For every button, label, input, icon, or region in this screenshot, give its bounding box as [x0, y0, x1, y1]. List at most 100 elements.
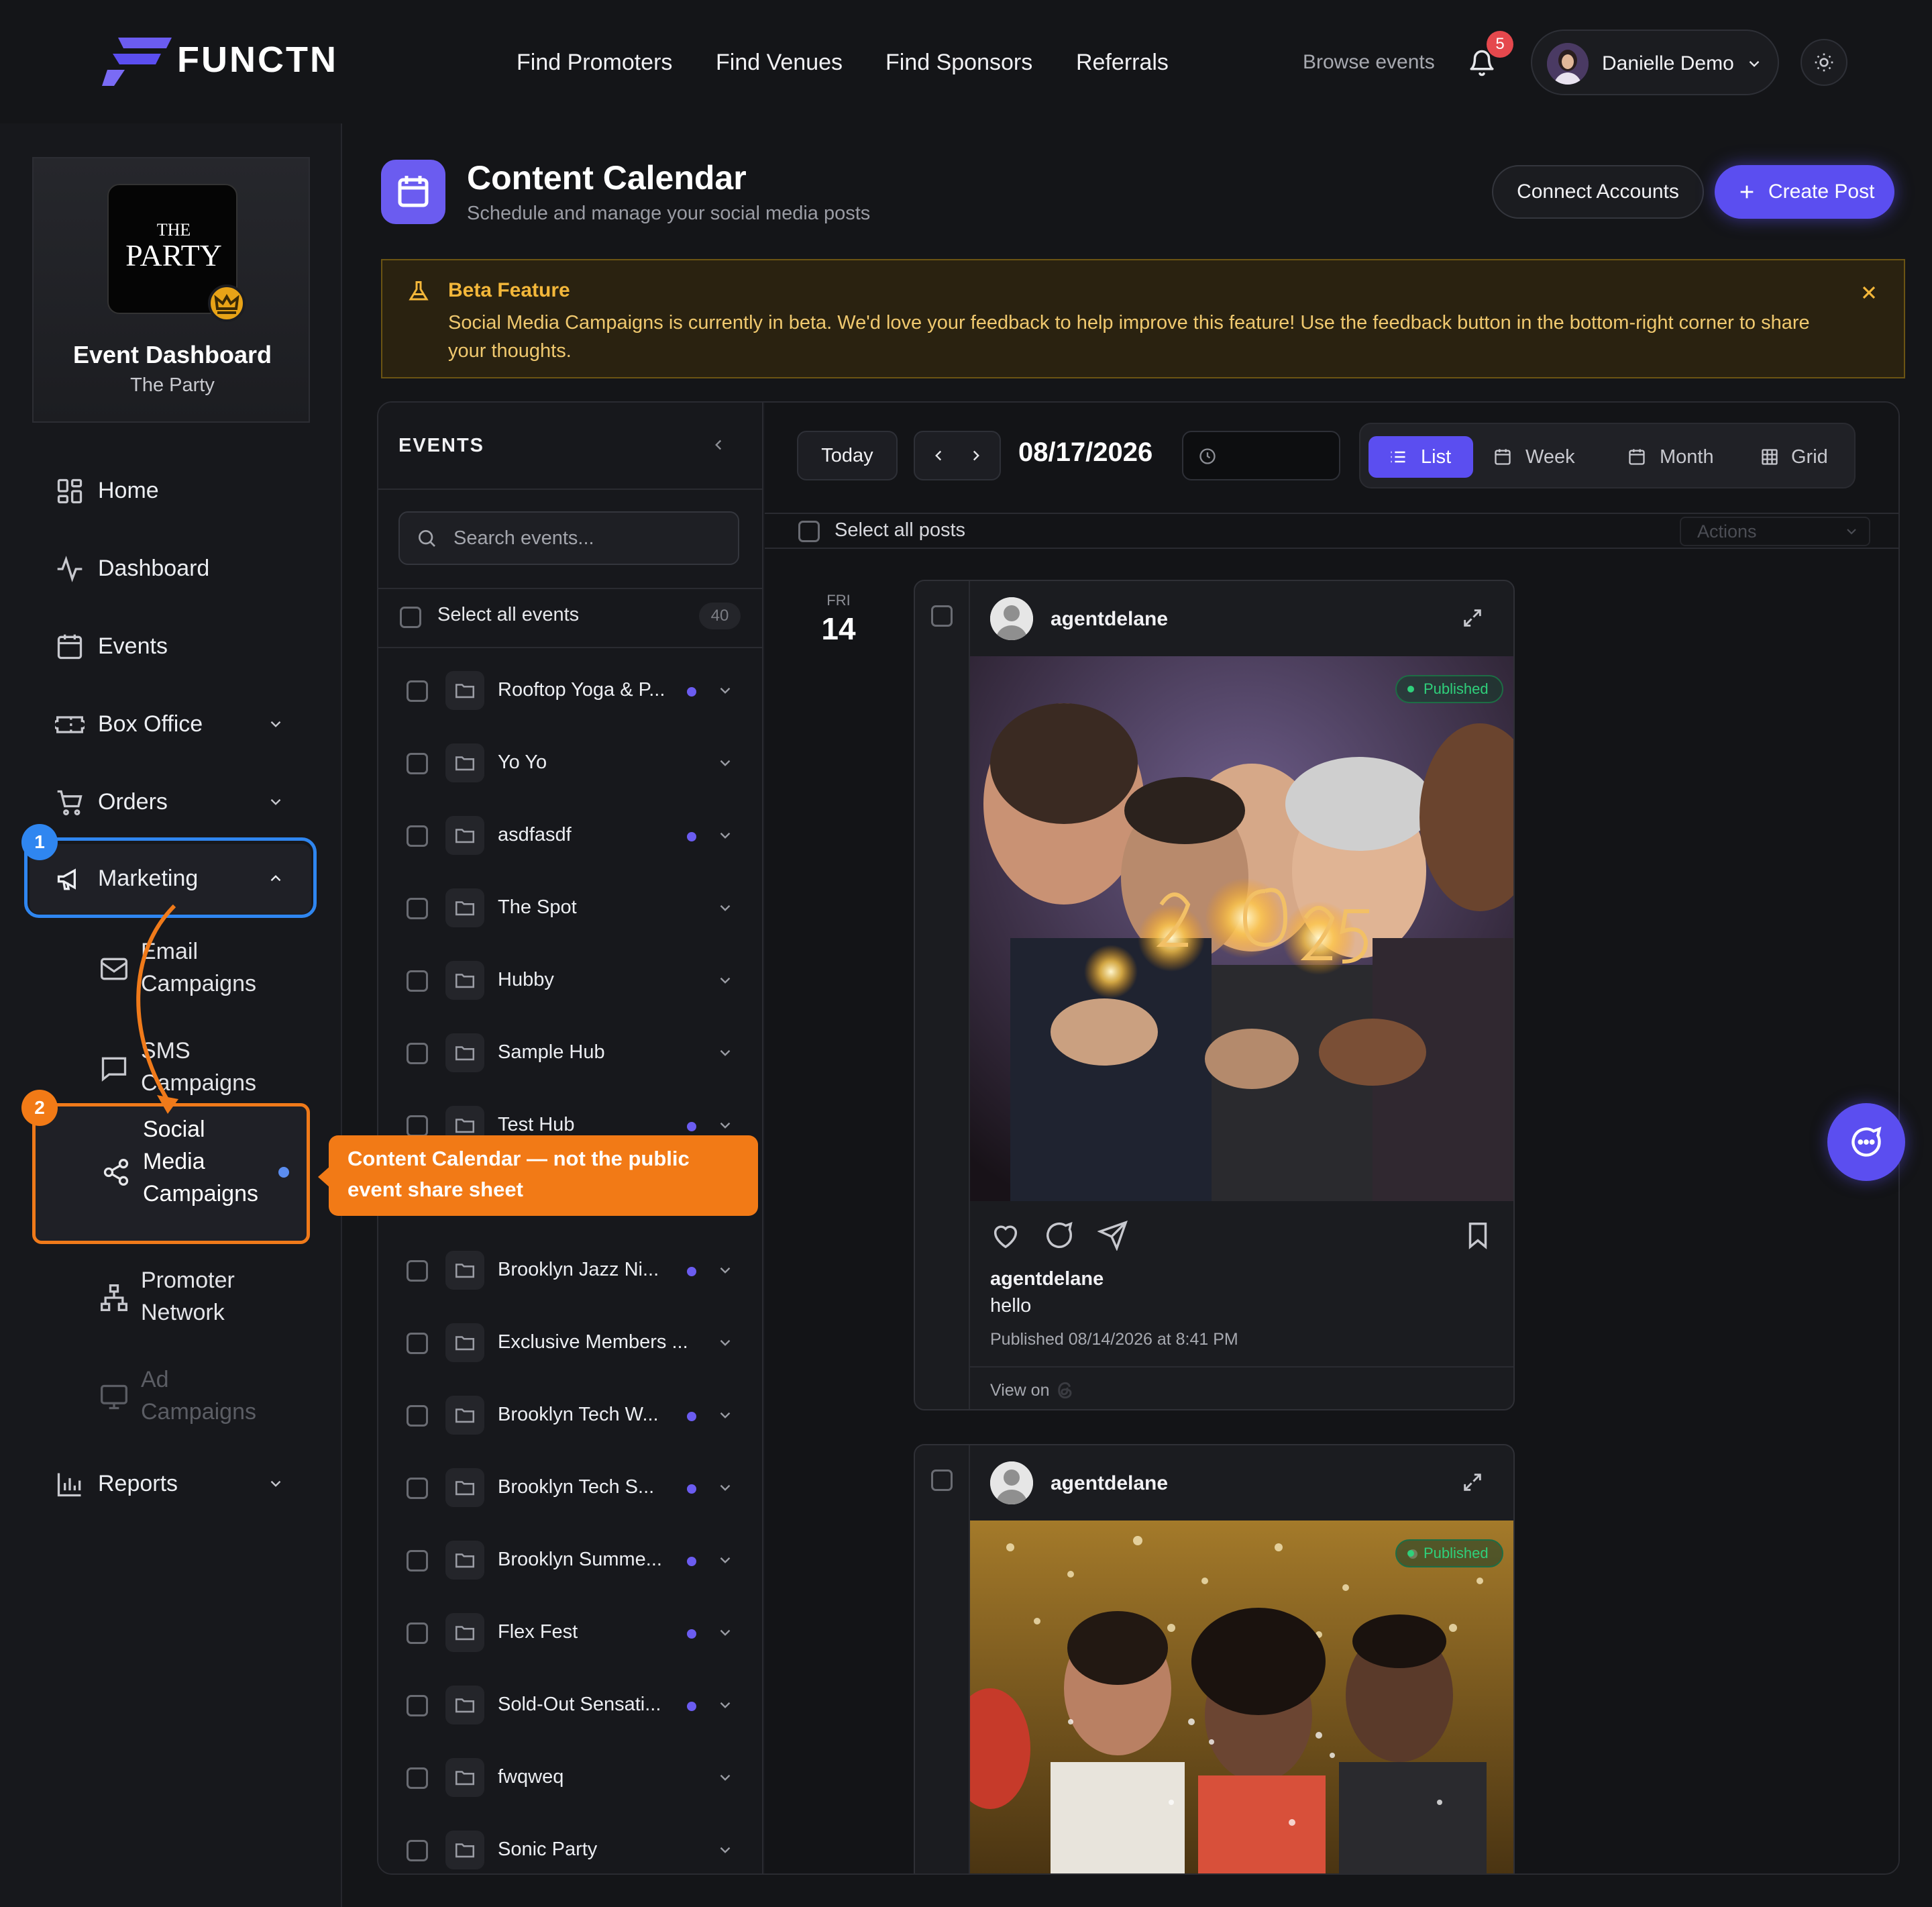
- next-date-icon[interactable]: [967, 447, 985, 464]
- theme-toggle-button[interactable]: [1801, 39, 1847, 86]
- chevron-down-icon[interactable]: [716, 1769, 734, 1786]
- time-filter-input[interactable]: [1182, 431, 1340, 480]
- browse-events-link[interactable]: Browse events: [1303, 51, 1435, 74]
- post-checkbox[interactable]: [931, 605, 953, 627]
- nav-find-sponsors[interactable]: Find Sponsors: [885, 50, 1032, 76]
- chevron-down-icon[interactable]: [716, 827, 734, 844]
- select-all-posts-checkbox[interactable]: [798, 521, 820, 542]
- chevron-down-icon[interactable]: [716, 682, 734, 699]
- post-card[interactable]: agentdelane: [914, 1444, 1515, 1873]
- chevron-down-icon[interactable]: [716, 972, 734, 989]
- create-post-button[interactable]: Create Post: [1715, 165, 1894, 219]
- event-checkbox[interactable]: [407, 1478, 428, 1499]
- actions-dropdown[interactable]: Actions: [1680, 517, 1870, 546]
- prev-date-icon[interactable]: [930, 447, 947, 464]
- event-checkbox[interactable]: [407, 1840, 428, 1861]
- sidebar-item-events[interactable]: Events: [0, 615, 342, 679]
- chevron-down-icon[interactable]: [716, 1334, 734, 1351]
- chevron-down-icon[interactable]: [716, 1044, 734, 1062]
- feedback-chat-button[interactable]: [1827, 1103, 1905, 1181]
- event-checkbox[interactable]: [407, 1767, 428, 1789]
- chevron-left-icon[interactable]: [710, 436, 727, 454]
- event-checkbox[interactable]: [407, 1043, 428, 1064]
- event-list-item[interactable]: The Spot: [378, 872, 763, 945]
- event-checkbox[interactable]: [407, 1405, 428, 1427]
- view-month-button[interactable]: Month: [1627, 436, 1735, 478]
- view-week-button[interactable]: Week: [1493, 436, 1594, 478]
- bookmark-icon[interactable]: [1462, 1220, 1493, 1251]
- today-button[interactable]: Today: [797, 431, 898, 480]
- select-all-events-checkbox[interactable]: [400, 607, 421, 628]
- event-checkbox[interactable]: [407, 898, 428, 919]
- sidebar-item-box-office[interactable]: Box Office: [0, 692, 342, 757]
- nav-find-promoters[interactable]: Find Promoters: [517, 50, 672, 76]
- event-list-item[interactable]: Sample Hub: [378, 1017, 763, 1090]
- chevron-down-icon[interactable]: [716, 1624, 734, 1641]
- sidebar-item-orders[interactable]: Orders: [0, 770, 342, 835]
- event-checkbox[interactable]: [407, 970, 428, 992]
- event-list-item[interactable]: Brooklyn Tech W...: [378, 1380, 763, 1452]
- post-card[interactable]: agentdelane: [914, 580, 1515, 1410]
- chevron-down-icon[interactable]: [716, 899, 734, 917]
- nav-find-venues[interactable]: Find Venues: [716, 50, 843, 76]
- chevron-down-icon[interactable]: [716, 1406, 734, 1424]
- event-checkbox[interactable]: [407, 1333, 428, 1354]
- event-list-item[interactable]: Brooklyn Tech S...: [378, 1452, 763, 1525]
- cart-icon: [55, 788, 85, 817]
- view-grid-button[interactable]: Grid: [1760, 436, 1847, 478]
- event-checkbox[interactable]: [407, 1695, 428, 1716]
- event-checkbox[interactable]: [407, 680, 428, 702]
- sidebar-item-reports[interactable]: Reports: [0, 1452, 342, 1516]
- event-checkbox[interactable]: [407, 753, 428, 774]
- event-list-item[interactable]: Sonic Party: [378, 1814, 763, 1873]
- chevron-down-icon[interactable]: [716, 1696, 734, 1714]
- close-icon[interactable]: [1858, 282, 1880, 303]
- event-list-item[interactable]: Hubby: [378, 945, 763, 1017]
- top-navigation-bar: FUNCTN Find Promoters Find Venues Find S…: [0, 0, 1932, 123]
- chevron-down-icon[interactable]: [716, 1261, 734, 1279]
- event-list-item[interactable]: Brooklyn Jazz Ni...: [378, 1235, 763, 1307]
- view-on-link[interactable]: View on: [990, 1381, 1072, 1400]
- event-list-item[interactable]: fwqweq: [378, 1742, 763, 1814]
- event-checkbox[interactable]: [407, 825, 428, 847]
- event-list-item[interactable]: Flex Fest: [378, 1597, 763, 1669]
- sidebar-subitem-social-media-campaigns[interactable]: Social Media Campaigns: [32, 1103, 310, 1244]
- event-list-item[interactable]: Exclusive Members ...: [378, 1307, 763, 1380]
- chevron-down-icon[interactable]: [716, 1479, 734, 1496]
- status-dot: [1407, 1550, 1414, 1557]
- nav-referrals[interactable]: Referrals: [1076, 50, 1169, 76]
- post-image: Published: [970, 656, 1513, 1201]
- post-checkbox[interactable]: [931, 1470, 953, 1491]
- event-checkbox[interactable]: [407, 1622, 428, 1644]
- heart-icon[interactable]: [990, 1220, 1021, 1251]
- user-menu-button[interactable]: Danielle Demo: [1531, 30, 1779, 95]
- event-checkbox[interactable]: [407, 1550, 428, 1571]
- view-on-label: View on: [990, 1381, 1050, 1400]
- expand-icon[interactable]: [1461, 607, 1484, 629]
- chevron-down-icon[interactable]: [716, 754, 734, 772]
- event-checkbox[interactable]: [407, 1115, 428, 1137]
- event-list-item[interactable]: Sold-Out Sensati...: [378, 1669, 763, 1742]
- connect-accounts-button[interactable]: Connect Accounts: [1492, 165, 1704, 219]
- event-list-item[interactable]: Brooklyn Summe...: [378, 1525, 763, 1597]
- send-icon[interactable]: [1097, 1220, 1128, 1251]
- event-name: Sold-Out Sensati...: [498, 1694, 661, 1715]
- chevron-down-icon[interactable]: [716, 1117, 734, 1134]
- sidebar-subitem-promoter-network[interactable]: Promoter Network: [0, 1257, 342, 1338]
- event-card[interactable]: THE PARTY Event Dashboard The Party: [32, 157, 310, 423]
- comment-icon[interactable]: [1044, 1220, 1075, 1251]
- sidebar-item-home[interactable]: Home: [0, 459, 342, 523]
- event-list-item[interactable]: Rooftop Yoga & P...: [378, 655, 763, 727]
- view-list-button[interactable]: List: [1368, 436, 1473, 478]
- chevron-down-icon[interactable]: [716, 1551, 734, 1569]
- expand-icon[interactable]: [1461, 1471, 1484, 1494]
- event-list-item[interactable]: Yo Yo: [378, 727, 763, 800]
- list-icon: [1389, 448, 1407, 466]
- event-checkbox[interactable]: [407, 1260, 428, 1282]
- search-events-input[interactable]: Search events...: [398, 511, 739, 565]
- functn-logo-icon[interactable]: [102, 38, 172, 86]
- brand-name[interactable]: FUNCTN: [177, 39, 338, 81]
- sidebar-item-dashboard[interactable]: Dashboard: [0, 537, 342, 601]
- chevron-down-icon[interactable]: [716, 1841, 734, 1859]
- event-list-item[interactable]: asdfasdf: [378, 800, 763, 872]
